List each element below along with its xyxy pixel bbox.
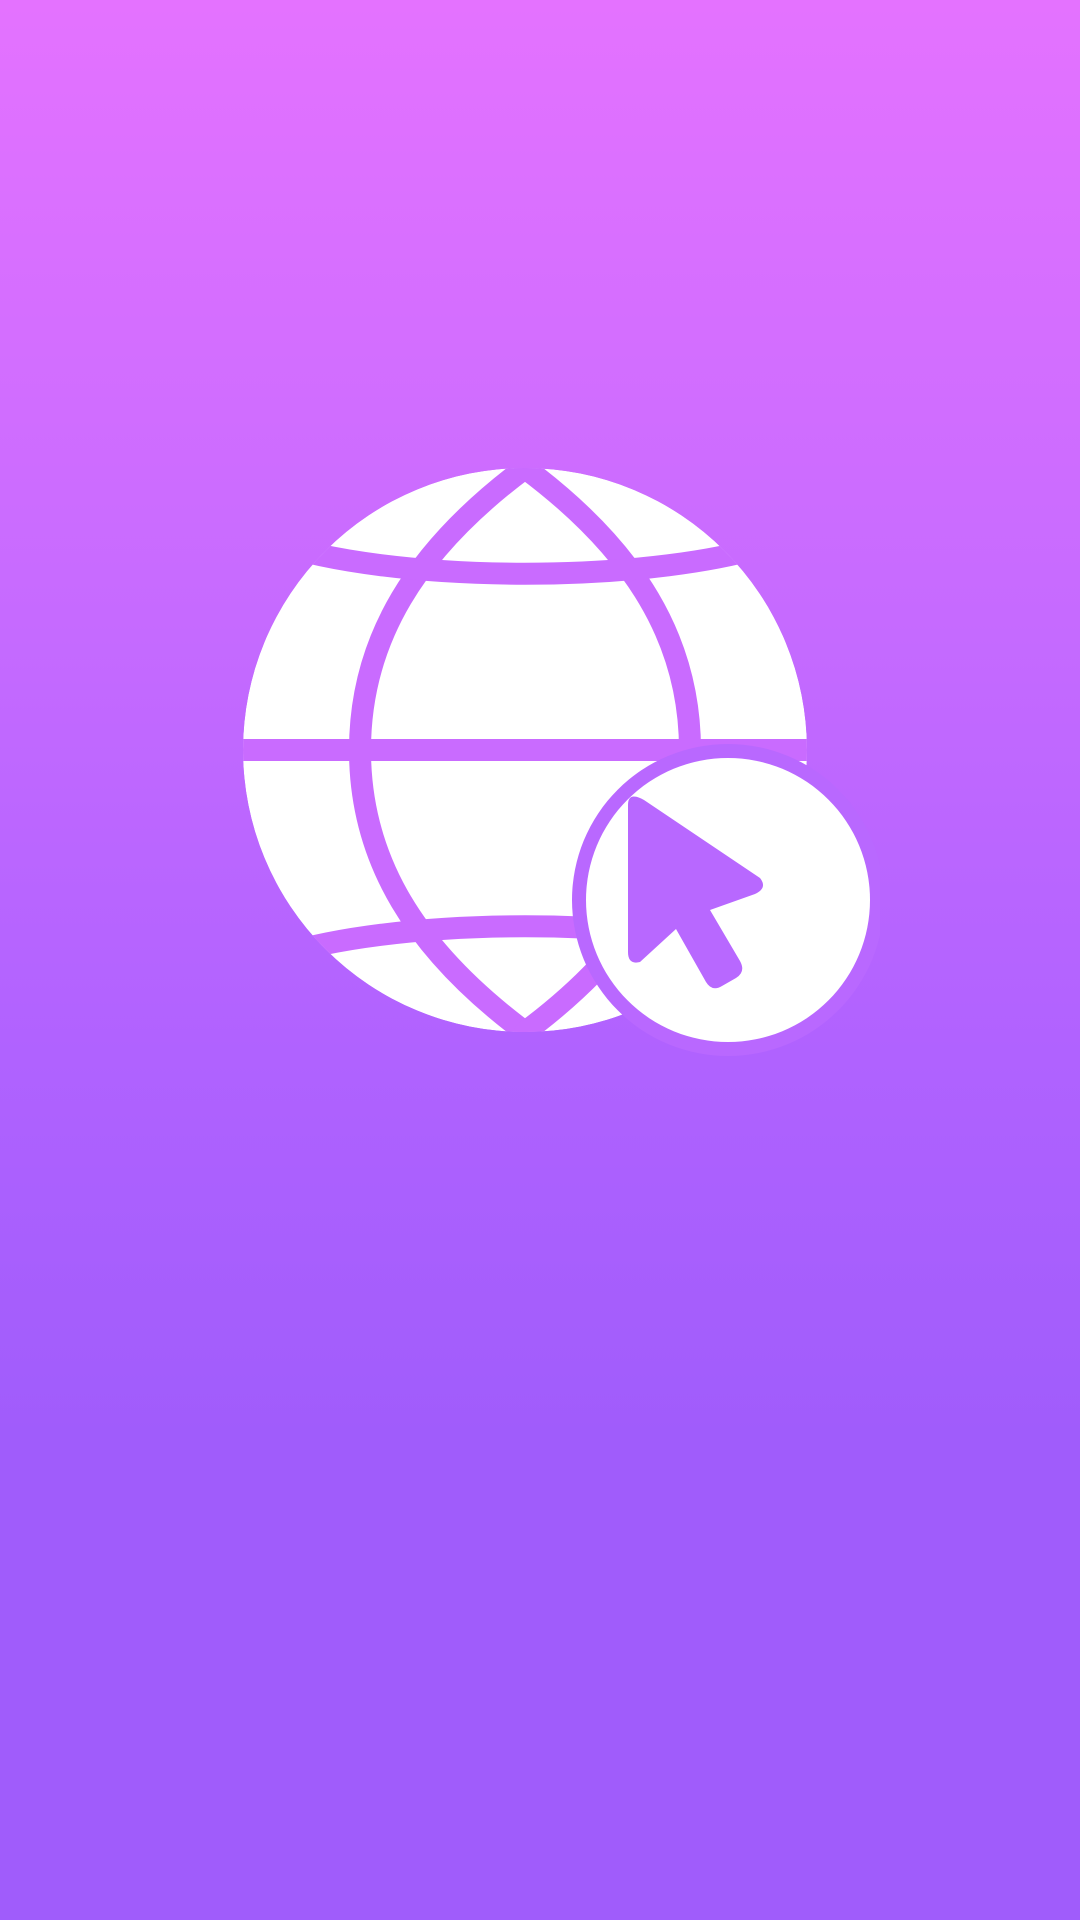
globe-cursor-icon: [243, 468, 880, 1056]
app-logo: [230, 460, 880, 1060]
splash-screen: [0, 0, 1080, 1920]
